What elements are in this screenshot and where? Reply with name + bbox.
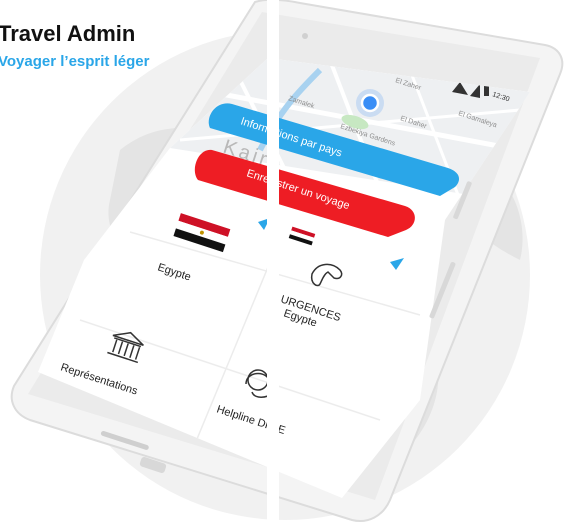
app-tagline: Voyager l’esprit léger <box>0 53 150 70</box>
split-divider <box>267 0 279 529</box>
battery-icon <box>484 86 489 96</box>
brand-block: Travel Admin Voyager l’esprit léger <box>0 22 149 72</box>
current-location-dot <box>360 93 380 113</box>
app-title: Travel Admin <box>0 21 136 46</box>
phone-mockup: Zamalek El Zaher Ezbekiya Gardens El Dah… <box>10 0 564 522</box>
